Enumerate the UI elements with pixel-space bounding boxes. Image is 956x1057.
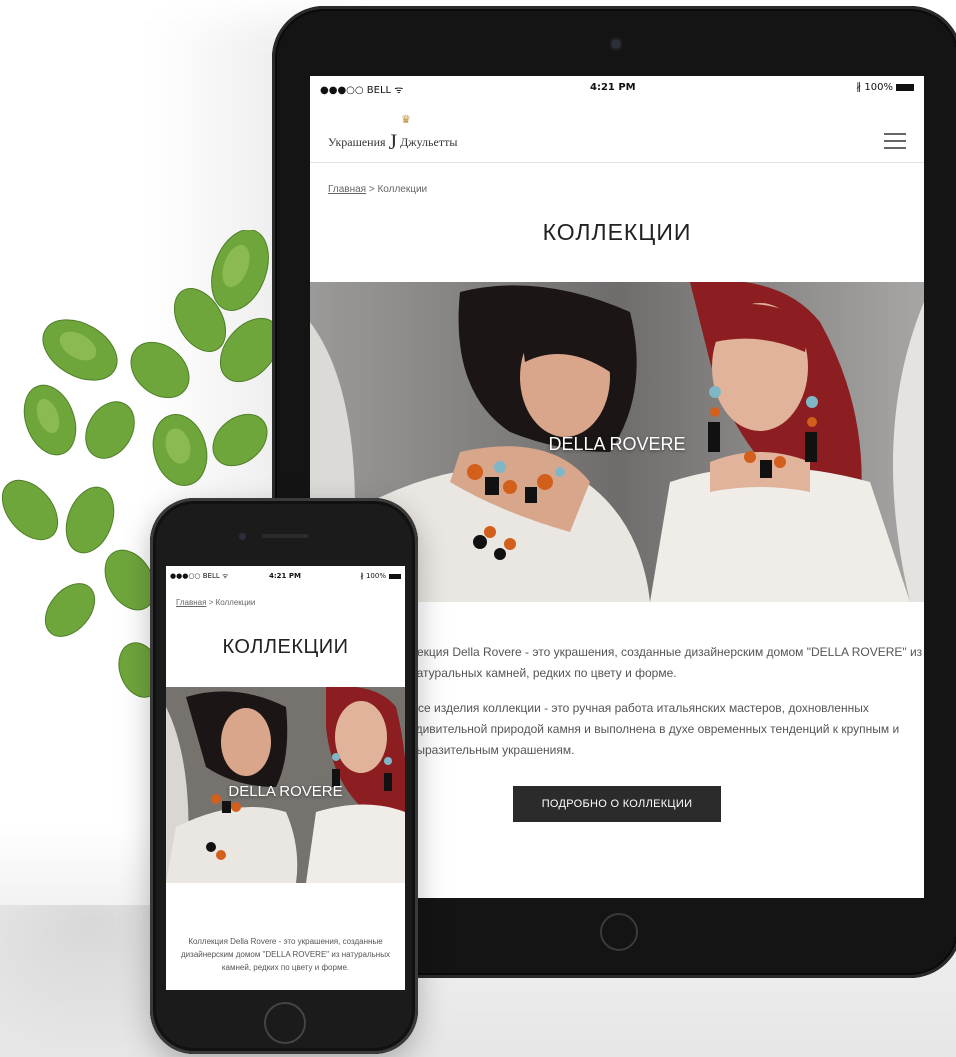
phone-camera-icon [239,533,246,540]
collection-description: лекция Della Rovere - это украшения, соз… [410,642,924,775]
tablet-camera-icon [611,39,621,49]
logo-letter: J [388,129,398,154]
phone-hero-collection-label: DELLA ROVERE [228,783,343,800]
carrier-signal: ●●●○○ BELL ᯤ [320,85,404,96]
breadcrumb: Главная > Коллекции [328,184,427,195]
status-time: 4:21 PM [590,82,636,93]
description-paragraph-2: Все изделия коллекции - это ручная работ… [410,701,900,757]
logo-word-left: Украшения [328,134,386,149]
page-title: КОЛЛЕКЦИИ [542,219,692,245]
collection-details-button[interactable]: ПОДРОБНО О КОЛЛЕКЦИИ [513,786,721,822]
phone-home-button[interactable] [264,1002,306,1044]
phone-collection-hero-image[interactable]: DELLA ROVERE [166,686,405,883]
breadcrumb-separator: > [366,184,378,195]
tablet-status-bar: ●●●○○ BELL ᯤ 4:21 PM ∦ 100% [310,76,924,100]
phone-breadcrumb-home-link[interactable]: Главная [176,598,206,607]
site-logo[interactable]: ♛ Украшения J Джульетты [328,114,458,157]
logo-word-right: Джульетты [400,134,458,149]
phone-battery-indicator: ∦ 100% [360,572,401,580]
battery-label: ∦ 100% [856,82,893,93]
site-header: ♛ Украшения J Джульетты [310,109,924,163]
breadcrumb-current: Коллекции [377,184,428,195]
phone-breadcrumb-separator: > [206,598,216,607]
hamburger-menu-icon[interactable] [884,133,906,149]
phone-status-bar: ●●●○○ BELL ᯤ 4:21 PM ∦ 100% [166,566,405,586]
phone-status-time: 4:21 PM [269,572,301,580]
phone-page-title: КОЛЛЕКЦИИ [222,636,349,658]
battery-icon [896,83,914,91]
phone-battery-label: ∦ 100% [360,572,386,580]
hero-collection-label: DELLA ROVERE [548,434,686,454]
phone-breadcrumb-current: Коллекции [215,598,256,607]
phone-carrier-signal: ●●●○○ BELL ᯤ [170,572,229,580]
phone-speaker [262,534,308,538]
crown-icon: ♛ [401,114,411,126]
battery-indicator: ∦ 100% [856,82,914,93]
phone-screen: ●●●○○ BELL ᯤ 4:21 PM ∦ 100% Главная > Ко… [166,566,405,990]
phone-breadcrumb: Главная > Коллекции [176,598,255,607]
phone-battery-icon [389,573,401,579]
description-paragraph-1: лекция Della Rovere - это украшения, соз… [410,645,923,680]
breadcrumb-home-link[interactable]: Главная [328,184,366,195]
phone-collection-description: Коллекция Della Rovere - это украшения, … [181,937,390,972]
tablet-home-button[interactable] [600,913,638,951]
